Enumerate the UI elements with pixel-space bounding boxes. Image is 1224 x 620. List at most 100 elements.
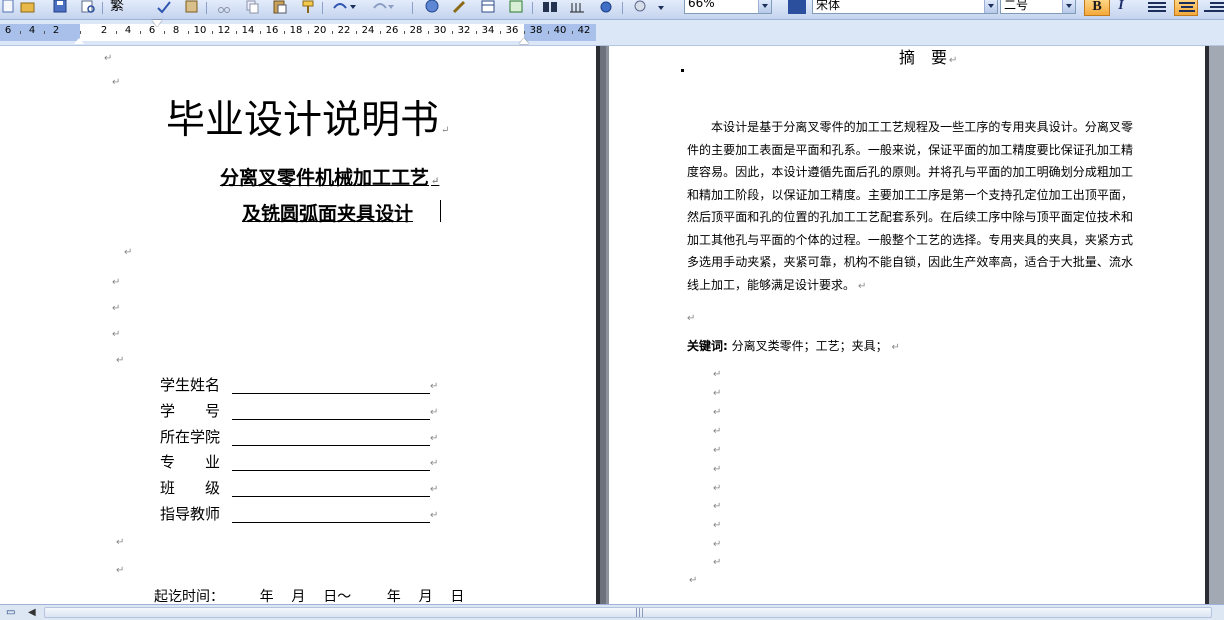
ruler-number: 12 [217, 25, 231, 36]
ruler-tick [380, 31, 381, 34]
ruler-number: 36 [505, 25, 519, 36]
subtitle-line-1: 分离叉零件机械加工工艺 ↵ [220, 167, 440, 189]
ruler-tick [548, 31, 549, 34]
horizontal-ruler[interactable]: 6 4 2 2 4 6 8 10 12 14 16 18 20 22 24 26 28 30 32 34 36 38 40 4… [0, 20, 1224, 46]
page-abstract[interactable]: 摘 要 ↵ 本设计是基于分离叉零件的加工工艺规程及一些工序的专用夹具设计。分离叉零… [609, 46, 1205, 604]
form-underline[interactable] [232, 496, 430, 497]
chevron-down-icon[interactable] [984, 0, 997, 13]
new-document-icon[interactable] [0, 0, 16, 14]
left-indent-marker[interactable] [74, 33, 84, 44]
tables-borders-icon[interactable] [452, 0, 468, 14]
paragraph-mark: ↵ [713, 483, 722, 494]
horizontal-scrollbar[interactable]: ||| [44, 607, 1212, 618]
toolbar-separator [622, 2, 623, 14]
insert-excel-icon[interactable] [508, 0, 524, 14]
ruler-tick [236, 31, 237, 34]
chevron-down-icon[interactable] [1062, 0, 1075, 13]
bullet-dot [681, 69, 684, 72]
hyperlink-icon[interactable] [424, 0, 440, 14]
paragraph-mark: ↵ [713, 445, 722, 456]
font-size-value: 二号 [1004, 0, 1029, 12]
form-underline[interactable] [232, 419, 430, 420]
open-folder-icon[interactable] [20, 0, 36, 14]
scroll-left-arrow-icon[interactable]: ◀ [28, 607, 36, 618]
form-underline[interactable] [232, 522, 430, 523]
ruler-tick [572, 31, 573, 34]
abstract-body: 本设计是基于分离叉零件的加工工艺规程及一些工序的专用夹具设计。分离叉零件的主要加… [687, 120, 1133, 292]
align-right-icon[interactable] [1204, 0, 1224, 14]
font-name-value: 宋体 [816, 0, 841, 12]
vertical-scrollbar-area[interactable] [1205, 46, 1224, 604]
ruler-tick [476, 31, 477, 34]
scrollbar-grip-icon[interactable]: ||| [635, 608, 644, 618]
cut-icon[interactable] [216, 0, 232, 14]
italic-button[interactable]: I [1112, 0, 1130, 16]
align-center-button[interactable] [1174, 0, 1198, 16]
format-painter-icon[interactable] [300, 0, 316, 14]
zoom-dropdown[interactable]: 66% [684, 0, 772, 14]
abstract-title: 摘 要 ↵ [899, 48, 958, 67]
paragraph-mark: ↵ [116, 565, 125, 576]
form-label: 学生姓名 [160, 376, 221, 394]
save-icon[interactable] [52, 0, 68, 14]
form-label: 班 级 [160, 479, 221, 497]
undo-icon[interactable] [330, 0, 356, 14]
paragraph-mark: ↵ [713, 557, 722, 568]
paragraph-mark: ↵ [124, 247, 133, 258]
paragraph-mark: ↵ [713, 539, 722, 550]
form-underline[interactable] [232, 445, 430, 446]
first-line-indent-marker[interactable] [152, 20, 162, 32]
paragraph-mark: ↵ [112, 277, 121, 288]
research-icon[interactable] [184, 0, 200, 14]
copy-icon[interactable] [244, 0, 260, 14]
ruler-tick [116, 31, 117, 34]
page-cover[interactable]: ↵ ↵ 毕业设计说明书 ↵ 分离叉零件机械加工工艺 ↵ 及铣圆弧面夹具设计 ↵ ↵ … [0, 46, 596, 604]
ruler-tick [452, 31, 453, 34]
form-label: 学 号 [160, 402, 221, 420]
toolbar-separator [102, 2, 103, 14]
view-layout-icon[interactable]: ▭ [6, 607, 15, 618]
ruler-tick [332, 31, 333, 34]
paragraph-mark: ↵ [112, 329, 121, 340]
ruler-number: 18 [289, 25, 303, 36]
ruler-number: 24 [361, 25, 375, 36]
document-map-icon[interactable] [598, 0, 614, 14]
ruler-number: 34 [481, 25, 495, 36]
ruler-number: 2 [100, 25, 108, 36]
ruler-number: 40 [553, 25, 567, 36]
drawing-icon[interactable] [570, 0, 586, 14]
spelling-check-icon[interactable] [156, 0, 172, 14]
insert-table-icon[interactable] [480, 0, 496, 14]
show-hide-marks-icon[interactable] [632, 0, 676, 14]
subtitle-line-2: 及铣圆弧面夹具设计 [242, 203, 414, 225]
paragraph-mark: ↵ [713, 369, 722, 380]
redo-icon[interactable] [370, 0, 396, 14]
ruler-number: 26 [385, 25, 399, 36]
ruler-number: 16 [265, 25, 279, 36]
keywords-label: 关键词: [687, 339, 728, 353]
font-name-dropdown[interactable]: 宋体 [812, 0, 998, 14]
print-preview-icon[interactable] [80, 0, 96, 14]
page-gap [596, 46, 609, 604]
align-left-icon[interactable] [1146, 0, 1168, 14]
style-pane-icon[interactable] [788, 0, 806, 14]
paste-icon[interactable] [272, 0, 288, 14]
chevron-down-icon[interactable] [758, 0, 771, 13]
right-indent-marker[interactable] [519, 33, 529, 44]
ruler-number: 28 [409, 25, 423, 36]
paragraph-mark: ↵ [713, 426, 722, 437]
keywords-line: 关键词: 分离叉类零件；工艺；夹具； ↵ [687, 339, 900, 353]
bold-button[interactable]: B [1084, 0, 1110, 16]
form-underline[interactable] [232, 393, 430, 394]
traditional-chinese-button[interactable]: 繁 [110, 0, 134, 14]
columns-icon[interactable] [542, 0, 558, 14]
paragraph-mark: ↵ [713, 464, 722, 475]
ruler-tick [500, 31, 501, 34]
zoom-value: 66% [688, 0, 715, 10]
form-underline[interactable] [232, 470, 430, 471]
form-label: 所在学院 [160, 428, 221, 446]
toolbar-separator [412, 2, 413, 14]
font-size-dropdown[interactable]: 二号 [1000, 0, 1076, 14]
ruler-number: 38 [529, 25, 543, 36]
ruler-left-margin [0, 24, 80, 41]
